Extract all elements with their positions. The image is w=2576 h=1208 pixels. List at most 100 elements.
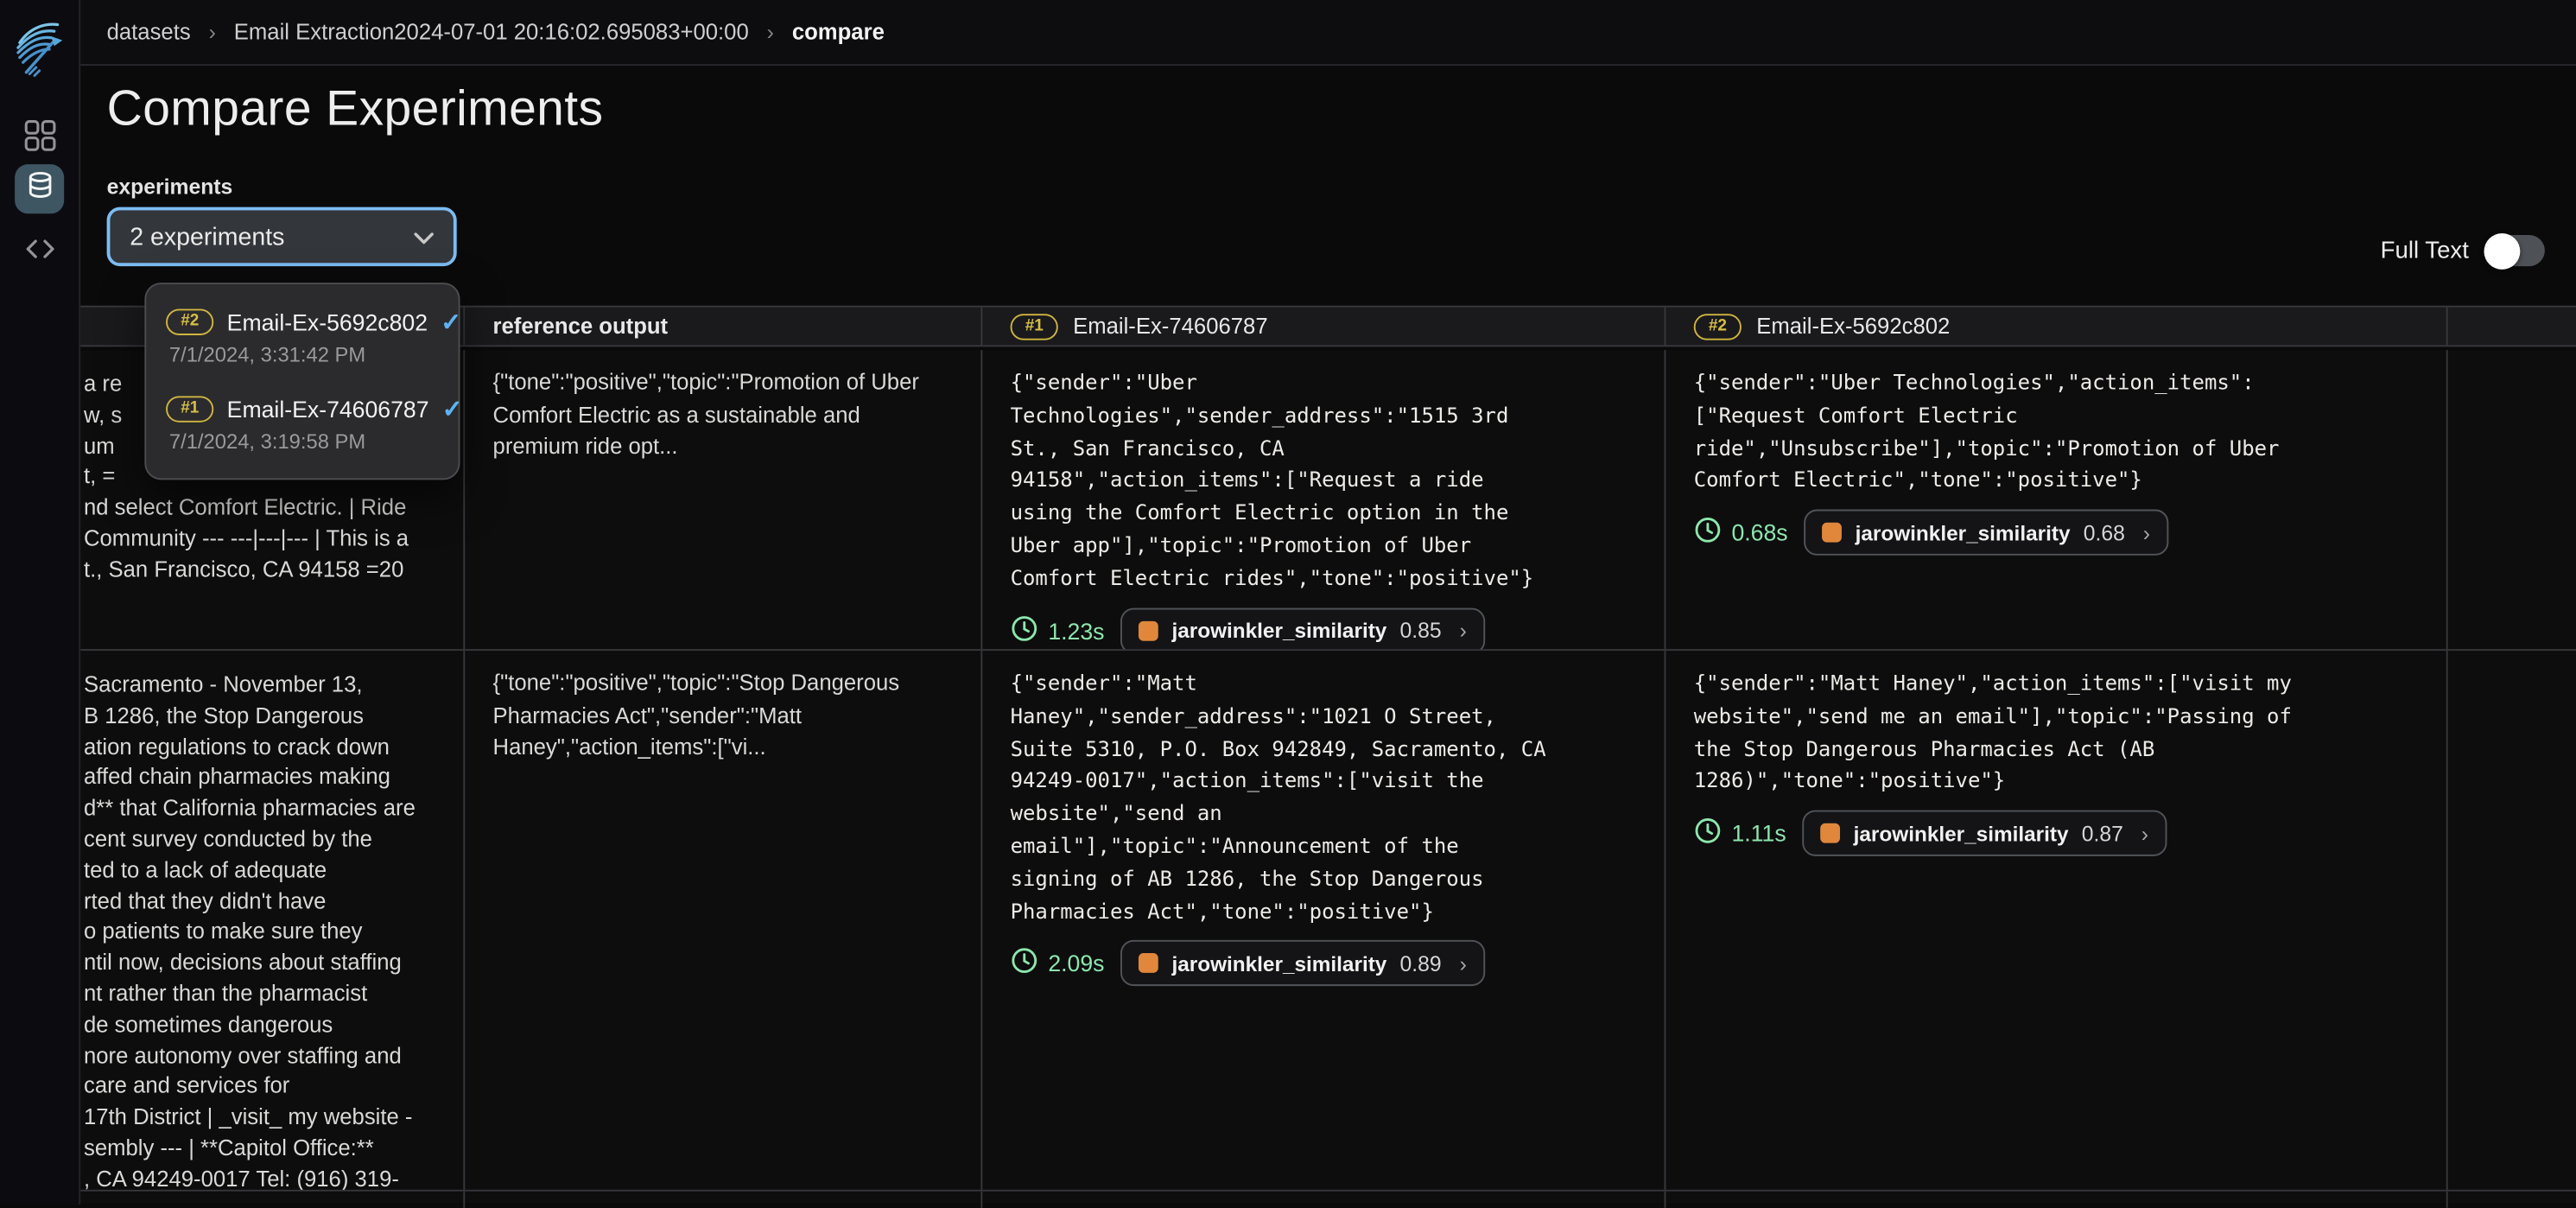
- text-line: ation regulations to crack down: [84, 732, 450, 763]
- spacer-cell: [465, 1192, 982, 1208]
- page-title: Compare Experiments: [107, 82, 604, 138]
- run-footer: 0.68sjarowinkler_similarity0.68›: [1694, 510, 2423, 556]
- experiment-number-badge: #2: [1694, 313, 1742, 339]
- text-line: 17th District | _visit_ my website -: [84, 1103, 450, 1134]
- text-line: ntil now, decisions about staffing: [84, 949, 450, 980]
- table-row-sliver: [79, 1192, 2576, 1203]
- experiment-name: Email-Ex-5692c802: [227, 309, 428, 335]
- spacer-cell: [1666, 1192, 2447, 1208]
- full-text-control: Full Text: [2381, 235, 2545, 266]
- json-line: St., San Francisco, CA: [1011, 431, 1641, 464]
- langsmith-logo-icon[interactable]: [11, 18, 67, 80]
- breadcrumb-item-datasets[interactable]: datasets: [107, 20, 191, 45]
- full-text-toggle[interactable]: [2485, 235, 2544, 266]
- json-line: email"],"topic":"Announcement of the: [1011, 830, 1641, 862]
- check-icon: ✓: [441, 308, 461, 337]
- feedback-chip[interactable]: jarowinkler_similarity 0.68 ›: [1805, 510, 2168, 556]
- chevron-right-icon: ›: [1460, 618, 1467, 643]
- feedback-score: 0.85: [1400, 618, 1442, 643]
- feedback-chip[interactable]: jarowinkler_similarity0.89›: [1120, 941, 1484, 987]
- clock-icon: [1694, 517, 1722, 550]
- code-icon: [22, 235, 57, 271]
- text-line: B 1286, the Stop Dangerous: [84, 702, 450, 733]
- latency-text: 1.23s: [1048, 617, 1104, 643]
- text-line: {"tone":"positive","topic":"Promotion of…: [493, 366, 958, 398]
- feedback-name: jarowinkler_similarity: [1856, 520, 2071, 545]
- json-line: Comfort Electric","tone":"positive"}: [1694, 464, 2423, 497]
- text-line: o patients to make sure they: [84, 918, 450, 949]
- experiments-field-label: experiments: [107, 175, 233, 200]
- experiment-menu-item-row: #1Email-Ex-74606787✓: [166, 394, 441, 423]
- feedback-chip[interactable]: jarowinkler_similarity 0.85 ›: [1120, 607, 1484, 649]
- text-line: Community --- ---|---|--- | This is a: [84, 525, 450, 556]
- experiment-2-output-cell: {"sender":"Uber Technologies","action_it…: [1666, 350, 2447, 649]
- chevron-right-icon: ›: [2141, 821, 2148, 846]
- experiment-menu-item-row: #2Email-Ex-5692c802✓: [166, 308, 441, 337]
- column-header-experiment-2: #2 Email-Ex-5692c802: [1666, 308, 2447, 346]
- grid-icon: [22, 118, 57, 161]
- sidebar-item-datasets[interactable]: [15, 164, 64, 213]
- text-line: nt rather than the pharmacist: [84, 979, 450, 1010]
- text-line: Pharmacies Act","sender":"Matt: [493, 699, 958, 731]
- sidebar-item-apps[interactable]: [22, 122, 58, 158]
- text-line: Comfort Electric as a sustainable and: [493, 398, 958, 430]
- feedback-color-swatch-icon: [1139, 954, 1158, 974]
- clock-icon: [1011, 947, 1038, 980]
- json-line: 1286)","tone":"positive"}: [1694, 765, 2423, 798]
- text-line: care and services for: [84, 1072, 450, 1103]
- clock-icon: [1694, 817, 1722, 850]
- json-line: Technologies","sender_address":"1515 3rd: [1011, 399, 1641, 432]
- sidebar: [0, 0, 80, 1205]
- compare-experiments-page: datasets › Email Extraction2024-07-01 20…: [0, 0, 2576, 1205]
- text-line: t., San Francisco, CA 94158 =20: [84, 555, 450, 586]
- feedback-name: jarowinkler_similarity: [1171, 618, 1386, 643]
- text-line: nore autonomy over staffing and: [84, 1041, 450, 1072]
- json-line: {"sender":"Uber Technologies","action_it…: [1694, 366, 2423, 399]
- feedback-name: jarowinkler_similarity: [1854, 821, 2069, 846]
- text-line: Haney","action_items":["vi...: [493, 731, 958, 763]
- experiment-menu-item[interactable]: #2Email-Ex-5692c802✓ 7/1/2024, 3:31:42 PM: [146, 294, 458, 381]
- chevron-down-icon: [414, 223, 434, 251]
- text-line: , CA 94249-0017 Tel: (916) 319-: [84, 1165, 450, 1190]
- json-line: {"sender":"Matt: [1011, 667, 1641, 700]
- experiments-menu: #2Email-Ex-5692c802✓ 7/1/2024, 3:31:42 PM…: [144, 283, 460, 480]
- run-footer: 1.11s jarowinkler_similarity0.87›: [1694, 811, 2423, 856]
- json-line: website","send me an email"],"topic":"Pa…: [1694, 700, 2423, 733]
- run-footer: 2.09s jarowinkler_similarity0.89›: [1011, 941, 1641, 987]
- database-icon: [25, 171, 53, 207]
- json-line: using the Comfort Electric option in the: [1011, 497, 1641, 530]
- breadcrumb-item-dataset-name[interactable]: Email Extraction2024-07-01 20:16:02.6950…: [234, 20, 749, 45]
- text-line: nd select Comfort Electric. | Ride: [84, 493, 450, 525]
- table-row: Sacramento - November 13,B 1286, the Sto…: [79, 651, 2576, 1192]
- experiments-select[interactable]: 2 experiments: [107, 207, 457, 266]
- text-line: premium ride opt...: [493, 430, 958, 462]
- sidebar-item-sdk[interactable]: [22, 235, 58, 271]
- feedback-color-swatch-icon: [1821, 823, 1841, 843]
- json-line: {"sender":"Uber: [1011, 366, 1641, 399]
- feedback-chip[interactable]: jarowinkler_similarity0.87›: [1803, 811, 2167, 856]
- experiment-number-badge: #1: [166, 396, 213, 422]
- json-line: {"sender":"Matt Haney","action_items":["…: [1694, 667, 2423, 700]
- feedback-color-swatch-icon: [1139, 620, 1158, 640]
- input-cell: Sacramento - November 13,B 1286, the Sto…: [79, 651, 465, 1190]
- experiment-1-output-cell: {"sender":"UberTechnologies","sender_add…: [982, 350, 1666, 649]
- text-line: {"tone":"positive","topic":"Stop Dangero…: [493, 667, 958, 699]
- experiment-menu-item[interactable]: #1Email-Ex-74606787✓7/1/2024, 3:19:58 PM: [146, 381, 458, 468]
- experiment-number-badge: #1: [1011, 313, 1058, 339]
- latency-value: 2.09s: [1011, 947, 1105, 980]
- experiment-2-output-cell: {"sender":"Matt Haney","action_items":["…: [1666, 651, 2447, 1190]
- text-line: de sometimes dangerous: [84, 1010, 450, 1041]
- json-line: Haney","sender_address":"1021 O Street,: [1011, 700, 1641, 733]
- feedback-score: 0.68: [2084, 520, 2125, 545]
- latency-value: 1.11s: [1694, 817, 1786, 850]
- experiments-select-value: 2 experiments: [130, 223, 284, 251]
- column-header-reference-output: reference output: [465, 308, 982, 346]
- text-line: sembly --- | **Capitol Office:**: [84, 1134, 450, 1165]
- experiment-name: Email-Ex-74606787: [227, 396, 429, 422]
- toggle-knob: [2484, 232, 2520, 269]
- spacer-cell: [2448, 1192, 2576, 1208]
- breadcrumb-separator: ›: [209, 20, 216, 45]
- experiment-timestamp: 7/1/2024, 3:31:42 PM: [166, 343, 441, 366]
- chevron-right-icon: ›: [2143, 520, 2150, 545]
- table-body: a rew, sumt, =nd select Comfort Electric…: [79, 350, 2576, 1205]
